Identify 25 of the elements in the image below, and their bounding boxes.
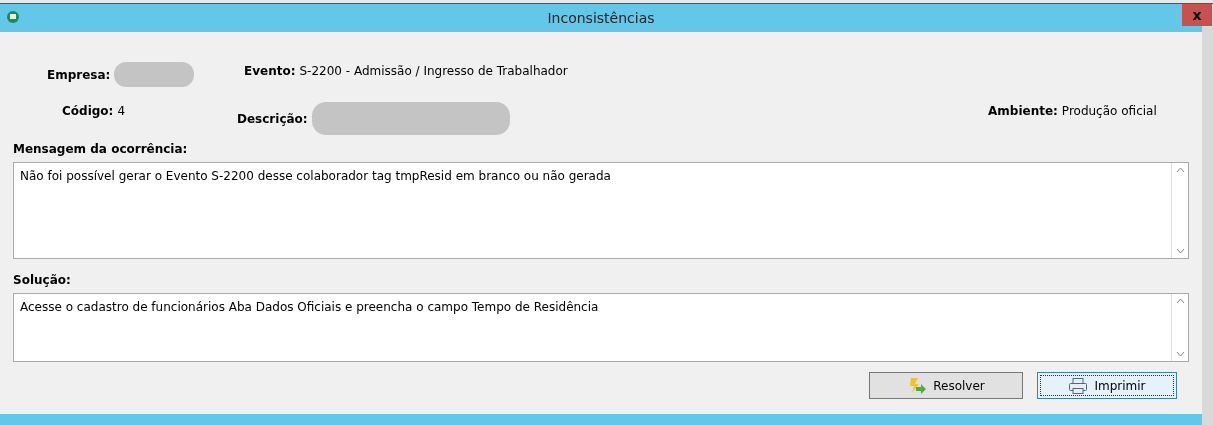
field-label: Descrição:	[237, 110, 308, 128]
scroll-down-icon[interactable]	[1175, 351, 1185, 357]
scroll-up-icon[interactable]	[1175, 167, 1185, 173]
solution-text: Acesse o cadastro de funcionários Aba Dados Oficiais e preencha o campo Tempo de Residência	[19, 299, 600, 316]
field-label: Evento:	[244, 63, 296, 80]
resolve-button[interactable]: Resolver	[869, 372, 1023, 399]
field-label: Empresa:	[47, 66, 111, 84]
field-label: Código:	[62, 103, 114, 120]
lightning-arrow-icon	[907, 376, 928, 395]
field-value: Produção oficial	[1061, 103, 1157, 120]
solution-text-area[interactable]: Acesse o cadastro de funcionários Aba Dados Oficiais e preencha o campo Tempo de Residência	[13, 293, 1189, 362]
window-title: Inconsistências	[547, 8, 655, 28]
field-value: 4	[117, 103, 126, 120]
message-label: Mensagem da ocorrência:	[13, 141, 189, 158]
solution-label: Solução:	[13, 272, 72, 289]
app-icon	[6, 10, 20, 24]
close-button[interactable]: x	[1182, 4, 1212, 26]
printer-icon	[1068, 376, 1089, 395]
field-value: S-2200 - Admissão / Ingresso de Trabalhador	[299, 63, 568, 80]
field-label: Ambiente:	[988, 103, 1058, 120]
message-text-area[interactable]: Não foi possível gerar o Evento S-2200 desse colaborador tag tmpResid em branco ou não gerada	[13, 162, 1189, 259]
scroll-down-icon[interactable]	[1175, 248, 1185, 254]
message-text: Não foi possível gerar o Evento S-2200 desse colaborador tag tmpResid em branco ou não gerada	[19, 168, 612, 185]
print-button[interactable]: Imprimir	[1037, 372, 1177, 399]
scroll-up-icon[interactable]	[1175, 298, 1185, 304]
